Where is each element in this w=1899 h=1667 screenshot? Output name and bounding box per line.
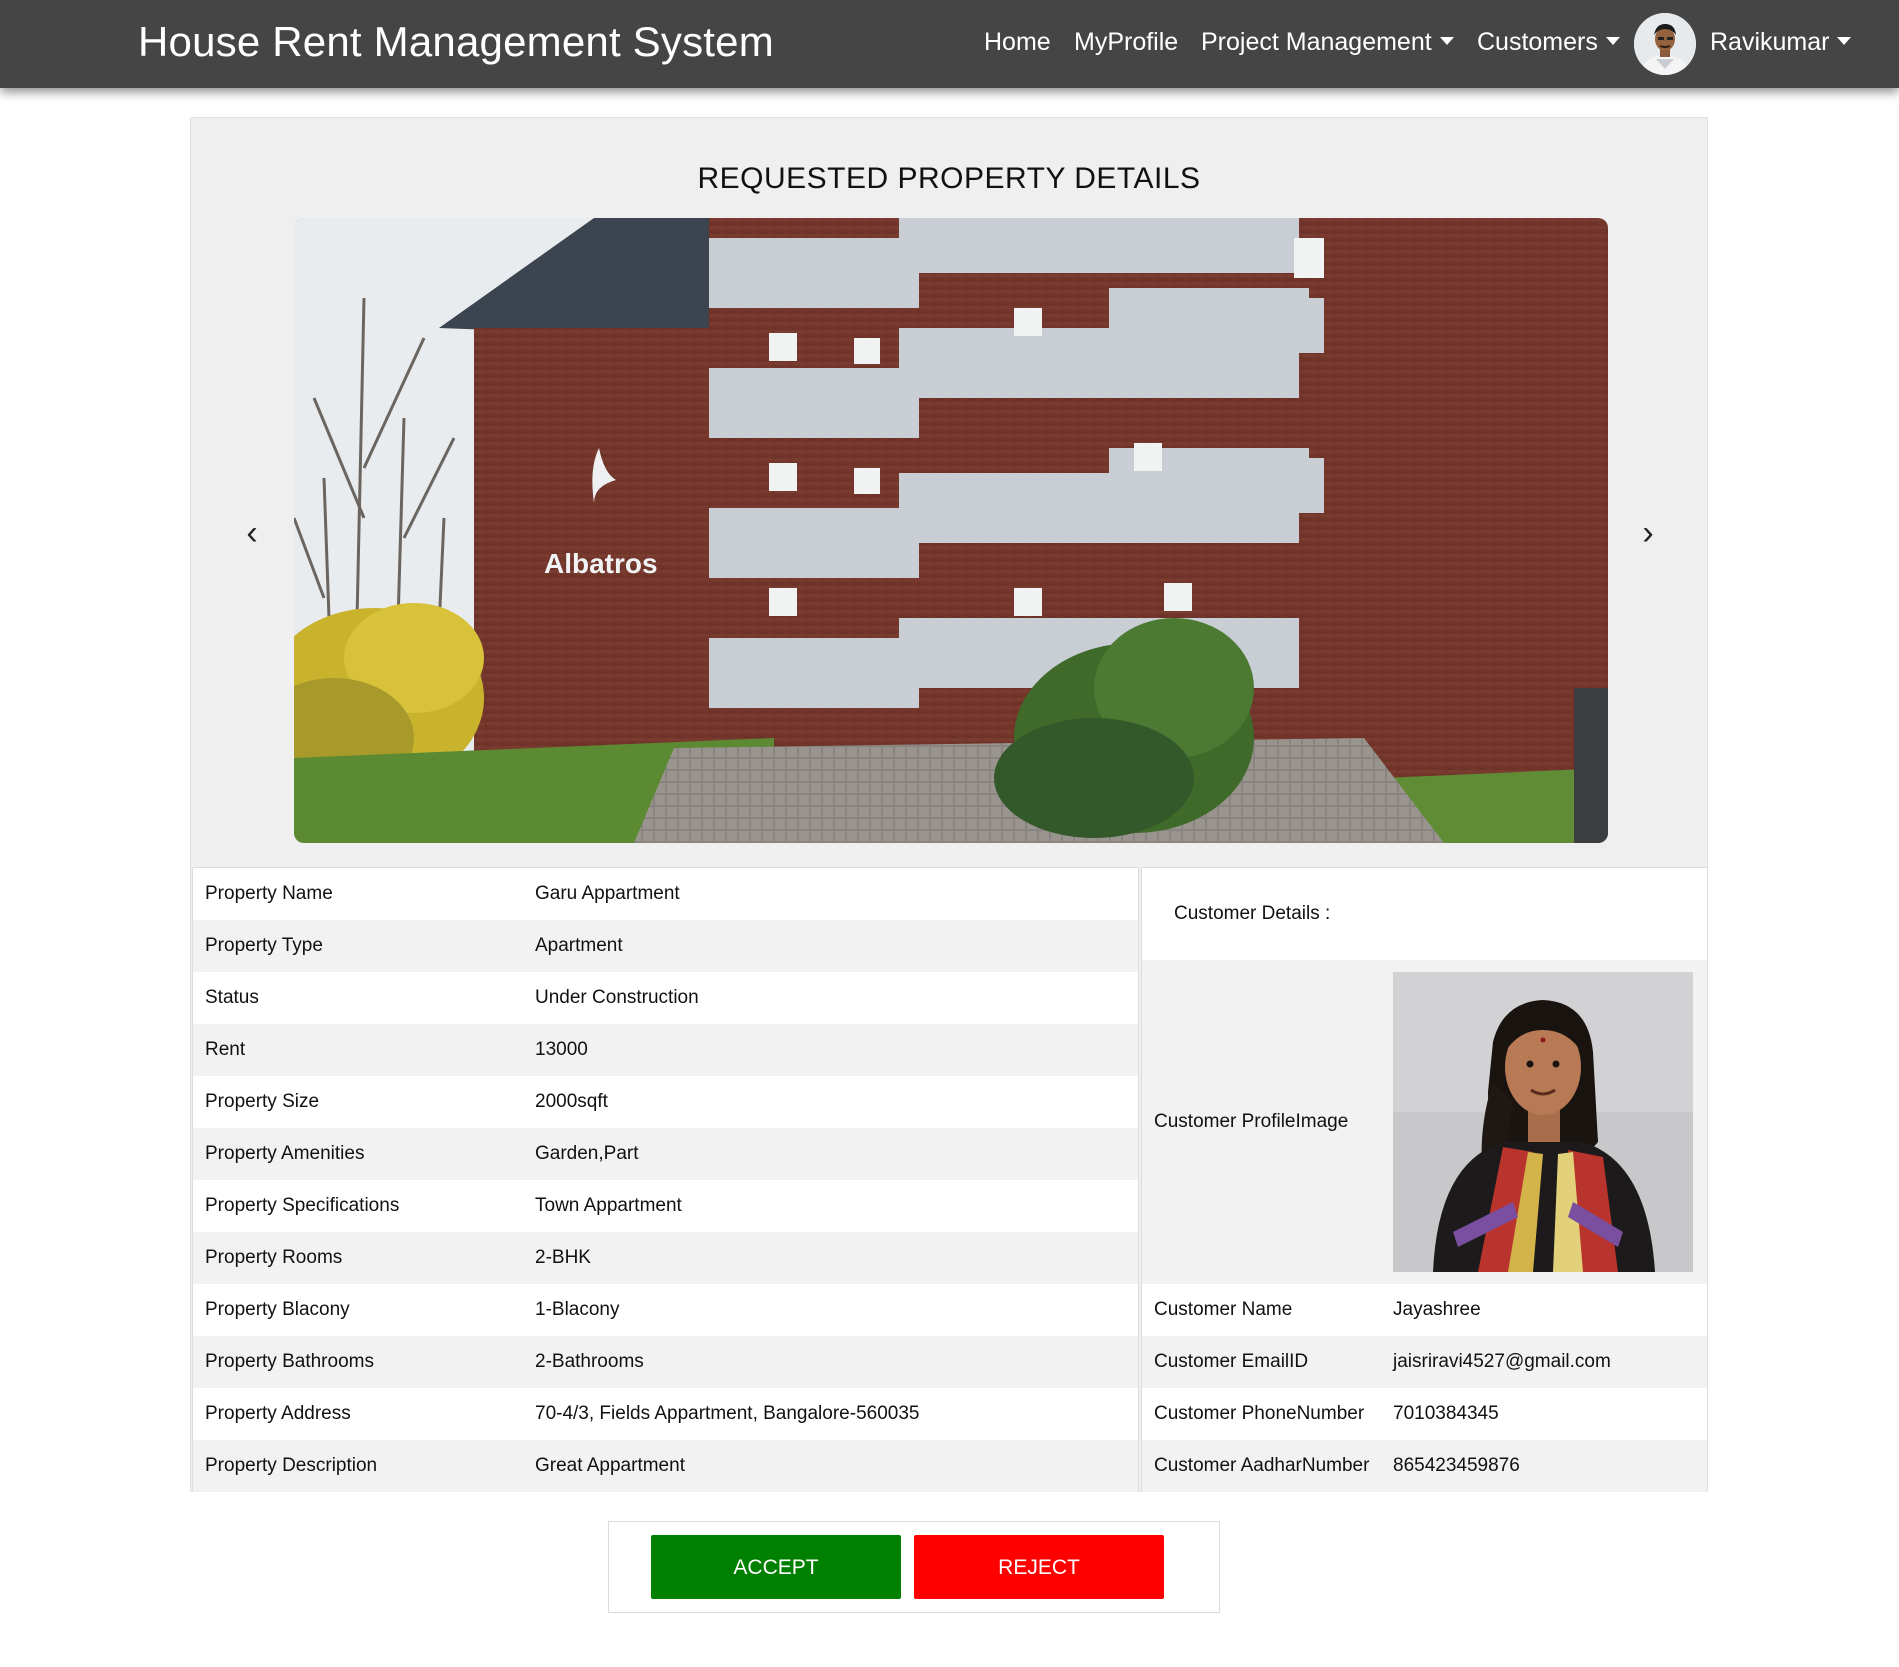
property-details-table: Property Name Garu Appartment Property T… (192, 867, 1139, 1492)
customer-details-table: Customer Details : Customer ProfileImage (1141, 867, 1708, 1492)
property-value: Apartment (535, 935, 623, 956)
property-value: Town Appartment (535, 1195, 682, 1216)
property-carousel-image: Albatros (294, 218, 1608, 843)
property-value: 2000sqft (535, 1091, 608, 1112)
table-row: Property Specifications Town Appartment (193, 1180, 1138, 1232)
caret-down-icon (1605, 37, 1620, 46)
table-row: Status Under Construction (193, 972, 1138, 1024)
property-value: Great Appartment (535, 1455, 685, 1476)
property-details-panel: REQUESTED PROPERTY DETAILS ‹ › Albatros … (190, 117, 1708, 1492)
table-row: Property Description Great Appartment (193, 1440, 1138, 1492)
property-label: Property Amenities (205, 1143, 365, 1164)
reject-button[interactable]: REJECT (914, 1535, 1164, 1599)
customer-label: Customer Name (1154, 1299, 1293, 1320)
property-value: Garden,Part (535, 1143, 639, 1164)
property-label: Property Bathrooms (205, 1351, 374, 1372)
customer-label: Customer PhoneNumber (1154, 1403, 1365, 1424)
property-building-photo: Albatros (294, 218, 1608, 843)
property-label: Property Rooms (205, 1247, 343, 1268)
customer-profile-image-row: Customer ProfileImage (1142, 960, 1707, 1284)
customer-value: 7010384345 (1393, 1403, 1499, 1424)
property-value: 1-Blacony (535, 1299, 620, 1320)
customer-value: Jayashree (1393, 1299, 1481, 1320)
app-title[interactable]: House Rent Management System (138, 18, 774, 66)
nav-project-management-dropdown[interactable]: Project Management (1201, 28, 1454, 57)
nav-home-link[interactable]: Home (984, 28, 1051, 57)
nav-project-management-label: Project Management (1201, 28, 1432, 56)
nav-customers-dropdown[interactable]: Customers (1477, 28, 1620, 57)
table-row: Property Amenities Garden,Part (193, 1128, 1138, 1180)
property-value: 2-BHK (535, 1247, 591, 1268)
request-actions-box: ACCEPT REJECT (608, 1521, 1220, 1613)
property-label: Property Address (205, 1403, 351, 1424)
nav-myprofile-link[interactable]: MyProfile (1074, 28, 1178, 57)
table-row: Property Bathrooms 2-Bathrooms (193, 1336, 1138, 1388)
customer-details-heading: Customer Details : (1174, 903, 1331, 924)
customer-value: jaisriravi4527@gmail.com (1393, 1351, 1611, 1372)
user-name-label: Ravikumar (1710, 28, 1830, 56)
property-value: 13000 (535, 1039, 588, 1060)
property-value: 2-Bathrooms (535, 1351, 644, 1372)
customer-label: Customer EmailID (1154, 1351, 1309, 1372)
property-label: Property Name (205, 883, 333, 904)
property-label: Status (205, 987, 259, 1008)
table-row: Property Address 70-4/3, Fields Appartme… (193, 1388, 1138, 1440)
table-row: Customer PhoneNumber 7010384345 (1142, 1388, 1707, 1440)
property-value: Garu Appartment (535, 883, 680, 904)
table-row: Customer Name Jayashree (1142, 1284, 1707, 1336)
caret-down-icon (1439, 37, 1454, 46)
customer-label: Customer AadharNumber (1154, 1455, 1370, 1476)
table-row: Property Type Apartment (193, 920, 1138, 972)
customer-photo-image (1393, 972, 1693, 1272)
page-title: REQUESTED PROPERTY DETAILS (697, 162, 1201, 195)
user-avatar-image (1634, 13, 1696, 75)
property-label: Property Description (205, 1455, 378, 1476)
user-avatar[interactable] (1634, 13, 1696, 75)
accept-button[interactable]: ACCEPT (651, 1535, 901, 1599)
property-label: Property Specifications (205, 1195, 400, 1216)
property-value: 70-4/3, Fields Appartment, Bangalore-560… (535, 1403, 920, 1424)
building-sign-text: Albatros (544, 548, 658, 579)
table-row: Property Rooms 2-BHK (193, 1232, 1138, 1284)
table-row: Customer EmailID jaisriravi4527@gmail.co… (1142, 1336, 1707, 1388)
caret-down-icon (1837, 37, 1852, 46)
property-label: Property Size (205, 1091, 320, 1112)
carousel-prev-button[interactable]: ‹ (237, 513, 267, 553)
table-row: Property Size 2000sqft (193, 1076, 1138, 1128)
table-row: Rent 13000 (193, 1024, 1138, 1076)
table-row: Property Name Garu Appartment (193, 868, 1138, 920)
nav-customers-label: Customers (1477, 28, 1598, 56)
property-label: Rent (205, 1039, 246, 1060)
property-label: Property Type (205, 935, 323, 956)
top-navbar: House Rent Management System Home MyProf… (0, 0, 1899, 88)
carousel-next-button[interactable]: › (1633, 513, 1663, 553)
customer-profile-image-label: Customer ProfileImage (1154, 1111, 1349, 1132)
customer-details-header-row: Customer Details : (1142, 868, 1707, 960)
customer-profile-photo (1393, 972, 1693, 1272)
user-menu-dropdown[interactable]: Ravikumar (1710, 28, 1852, 57)
property-label: Property Blacony (205, 1299, 350, 1320)
property-value: Under Construction (535, 987, 699, 1008)
table-row: Customer AadharNumber 865423459876 (1142, 1440, 1707, 1492)
table-row: Property Blacony 1-Blacony (193, 1284, 1138, 1336)
customer-value: 865423459876 (1393, 1455, 1520, 1476)
